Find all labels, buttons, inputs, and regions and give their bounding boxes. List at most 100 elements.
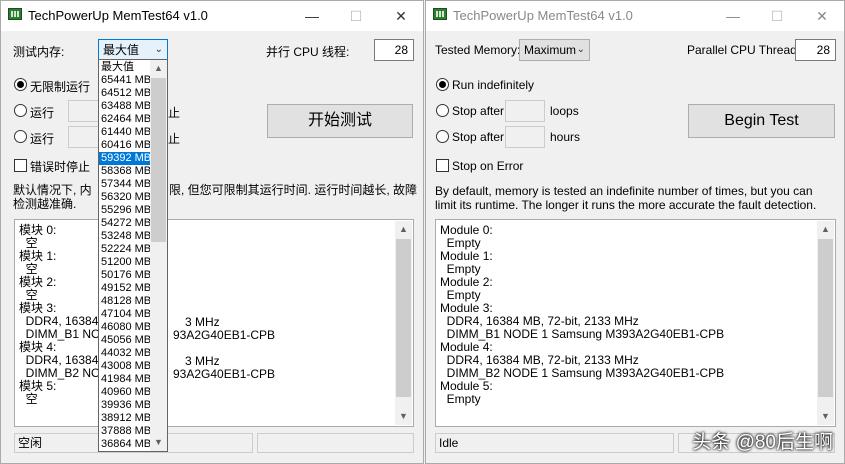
dropdown-option[interactable]: 50176 MB xyxy=(99,269,151,282)
stop-on-error-label: Stop on Error xyxy=(452,159,524,173)
chevron-down-icon: ⌄ xyxy=(576,44,585,55)
scroll-down-icon[interactable]: ▼ xyxy=(395,408,412,425)
module-3-part: 93A2G40EB1-CPB xyxy=(173,328,276,342)
dropdown-option[interactable]: 59392 MB xyxy=(99,152,151,165)
memtest-window-chinese: TechPowerUp MemTest64 v1.0 — ☐ ✕ 测试内存: 最… xyxy=(0,0,424,464)
scroll-up-icon[interactable]: ▲ xyxy=(395,221,412,238)
title-bar[interactable]: TechPowerUp MemTest64 v1.0 — ☐ ✕ xyxy=(426,1,844,31)
dropdown-scroll-down-icon[interactable]: ▼ xyxy=(150,434,167,451)
dropdown-option[interactable]: 40960 MB xyxy=(99,386,151,399)
cpu-threads-input[interactable]: 28 xyxy=(374,39,414,61)
dropdown-option[interactable]: 65441 MB xyxy=(99,74,151,87)
stop-after-hours-label: Stop after xyxy=(452,130,505,144)
dropdown-scroll-up-icon[interactable]: ▲ xyxy=(150,60,167,77)
dropdown-option[interactable]: 55296 MB xyxy=(99,204,151,217)
dropdown-option[interactable]: 58368 MB xyxy=(99,165,151,178)
modules-list[interactable]: Module 0: Empty Module 1: Empty Module 2… xyxy=(435,219,836,427)
loops-input[interactable] xyxy=(505,100,545,122)
tested-memory-dropdown[interactable]: 最大值 65441 MB 64512 MB 63488 MB 62464 MB 61440… xyxy=(98,59,168,452)
stop-after-hours-label: 运行 xyxy=(30,132,55,146)
dropdown-option[interactable]: 64512 MB xyxy=(99,87,151,100)
dropdown-option[interactable]: 41984 MB xyxy=(99,373,151,386)
dropdown-option[interactable]: 57344 MB xyxy=(99,178,151,191)
minimize-button[interactable]: — xyxy=(710,1,756,31)
maximize-button[interactable]: ☐ xyxy=(333,1,379,31)
description-text-part2: 限, 但您可限制其运行时间. 运行时间越长, 故障 xyxy=(169,183,418,197)
modules-scrollbar[interactable]: ▲ ▼ xyxy=(817,221,834,425)
hours-unit-label: 止 xyxy=(168,132,181,146)
close-button[interactable]: ✕ xyxy=(799,1,844,31)
tested-memory-select[interactable]: 最大值 ⌄ xyxy=(98,39,168,61)
dropdown-option[interactable]: 46080 MB xyxy=(99,321,151,334)
begin-test-button[interactable]: Begin Test xyxy=(688,104,835,138)
description-text-part1: 默认情况下, 内 xyxy=(13,183,92,197)
chevron-down-icon: ⌄ xyxy=(154,44,163,55)
stop-on-error-label: 错误时停止 xyxy=(30,160,91,174)
watermark-text: 头条 @80后生啊 xyxy=(692,432,833,453)
dropdown-option[interactable]: 37888 MB xyxy=(99,425,151,438)
run-indefinitely-label: Run indefinitely xyxy=(452,78,535,92)
run-indefinitely-radio[interactable] xyxy=(14,78,27,91)
stop-after-loops-radio[interactable] xyxy=(436,104,449,117)
module-4-part: 93A2G40EB1-CPB xyxy=(173,367,276,381)
dropdown-option[interactable]: 62464 MB xyxy=(99,113,151,126)
hours-input[interactable] xyxy=(505,126,545,148)
window-title: TechPowerUp MemTest64 v1.0 xyxy=(28,8,208,23)
scroll-thumb[interactable] xyxy=(818,239,833,397)
cpu-threads-input[interactable]: 28 xyxy=(795,39,836,61)
dropdown-option[interactable]: 52224 MB xyxy=(99,243,151,256)
run-indefinitely-label: 无限制运行 xyxy=(30,80,91,94)
modules-list-text: Module 0: Empty Module 1: Empty Module 2… xyxy=(440,223,725,406)
dropdown-option[interactable]: 47104 MB xyxy=(99,308,151,321)
dropdown-option[interactable]: 49152 MB xyxy=(99,282,151,295)
dropdown-scroll-thumb[interactable] xyxy=(151,78,166,242)
dropdown-option[interactable]: 63488 MB xyxy=(99,100,151,113)
minimize-button[interactable]: — xyxy=(289,1,335,31)
stop-after-hours-radio[interactable] xyxy=(436,130,449,143)
dropdown-option[interactable]: 36864 MB xyxy=(99,438,151,451)
dropdown-option[interactable]: 53248 MB xyxy=(99,230,151,243)
scroll-up-icon[interactable]: ▲ xyxy=(817,221,834,238)
tested-memory-value: Maximum xyxy=(524,43,577,57)
stop-after-loops-radio[interactable] xyxy=(14,104,27,117)
status-field: Idle xyxy=(435,433,674,453)
cpu-threads-label: 并行 CPU 线程: xyxy=(266,45,350,59)
dropdown-option[interactable]: 61440 MB xyxy=(99,126,151,139)
run-indefinitely-radio[interactable] xyxy=(436,78,449,91)
dropdown-option[interactable]: 60416 MB xyxy=(99,139,151,152)
scroll-thumb[interactable] xyxy=(396,239,411,397)
cpu-threads-label: Parallel CPU Threads: xyxy=(687,43,807,57)
memtest-window-english: TechPowerUp MemTest64 v1.0 — ☐ ✕ Tested … xyxy=(425,0,845,464)
scroll-down-icon[interactable]: ▼ xyxy=(817,408,834,425)
window-title: TechPowerUp MemTest64 v1.0 xyxy=(453,8,633,23)
dropdown-option[interactable]: 38912 MB xyxy=(99,412,151,425)
modules-list[interactable]: 模块 0: 空 模块 1: 空 模块 2: 空 模块 3: DDR4, 1638… xyxy=(14,219,414,427)
stop-on-error-checkbox[interactable] xyxy=(14,159,27,172)
module-4-speed: 3 MHz xyxy=(185,354,220,368)
stop-after-loops-label: Stop after xyxy=(452,104,505,118)
memory-chip-icon xyxy=(433,8,447,20)
maximize-button[interactable]: ☐ xyxy=(754,1,800,31)
begin-test-button[interactable]: 开始测试 xyxy=(267,104,413,138)
title-bar[interactable]: TechPowerUp MemTest64 v1.0 — ☐ ✕ xyxy=(1,1,423,31)
close-button[interactable]: ✕ xyxy=(378,1,423,31)
stop-after-hours-radio[interactable] xyxy=(14,130,27,143)
dropdown-option[interactable]: 54272 MB xyxy=(99,217,151,230)
tested-memory-label: Tested Memory: xyxy=(435,43,521,57)
dropdown-option[interactable]: 43008 MB xyxy=(99,360,151,373)
tested-memory-select[interactable]: Maximum ⌄ xyxy=(519,39,590,61)
dropdown-option[interactable]: 51200 MB xyxy=(99,256,151,269)
module-3-speed: 3 MHz xyxy=(185,315,220,329)
stop-on-error-checkbox[interactable] xyxy=(436,159,449,172)
tested-memory-value: 最大值 xyxy=(103,43,140,57)
modules-scrollbar[interactable]: ▲ ▼ xyxy=(395,221,412,425)
dropdown-option[interactable]: 最大值 xyxy=(99,61,151,74)
dropdown-option[interactable]: 39936 MB xyxy=(99,399,151,412)
loops-unit-label: loops xyxy=(550,104,579,118)
dropdown-option[interactable]: 45056 MB xyxy=(99,334,151,347)
dropdown-option[interactable]: 44032 MB xyxy=(99,347,151,360)
dropdown-scrollbar[interactable]: ▲ ▼ xyxy=(150,60,167,451)
dropdown-option[interactable]: 56320 MB xyxy=(99,191,151,204)
dropdown-option[interactable]: 48128 MB xyxy=(99,295,151,308)
loops-unit-label: 止 xyxy=(168,106,181,120)
